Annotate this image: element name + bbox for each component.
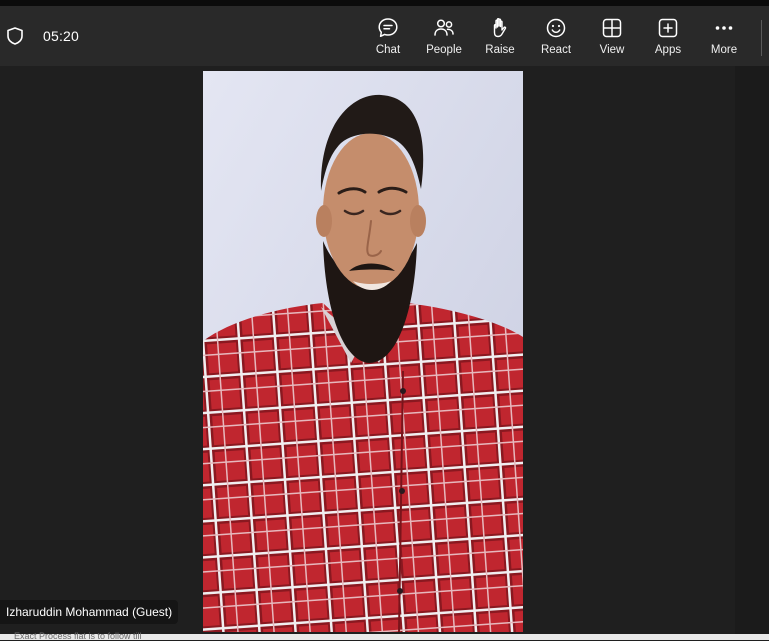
people-label: People	[426, 44, 462, 56]
participant-video[interactable]	[203, 71, 523, 632]
smiley-icon	[546, 18, 566, 38]
meeting-toolbar: 05:20 Chat People Raise React View Apps …	[0, 6, 769, 66]
grid-icon	[602, 18, 622, 38]
raise-label: Raise	[485, 44, 515, 56]
people-button[interactable]: People	[418, 12, 470, 62]
more-button[interactable]: More	[698, 12, 750, 62]
right-side-panel	[735, 66, 769, 634]
raise-hand-icon	[493, 18, 507, 38]
view-button[interactable]: View	[586, 12, 638, 62]
participant-video-frame	[203, 71, 523, 632]
add-app-icon	[658, 18, 678, 38]
chat-label: Chat	[375, 44, 401, 56]
apps-button[interactable]: Apps	[642, 12, 694, 62]
react-button[interactable]: React	[530, 12, 582, 62]
people-icon	[434, 19, 454, 36]
view-label: View	[599, 44, 625, 56]
ellipsis-icon	[715, 26, 733, 30]
apps-label: Apps	[654, 44, 682, 56]
shield-icon[interactable]	[6, 26, 24, 46]
more-label: More	[710, 44, 738, 56]
chat-button[interactable]: Chat	[362, 12, 414, 62]
raise-hand-button[interactable]: Raise	[474, 12, 526, 62]
toolbar-divider	[761, 20, 762, 56]
participant-name-tag: Izharuddin Mohammad (Guest)	[0, 600, 179, 624]
meeting-timer: 05:20	[43, 28, 80, 44]
chat-icon	[378, 18, 398, 38]
react-label: React	[540, 44, 572, 56]
